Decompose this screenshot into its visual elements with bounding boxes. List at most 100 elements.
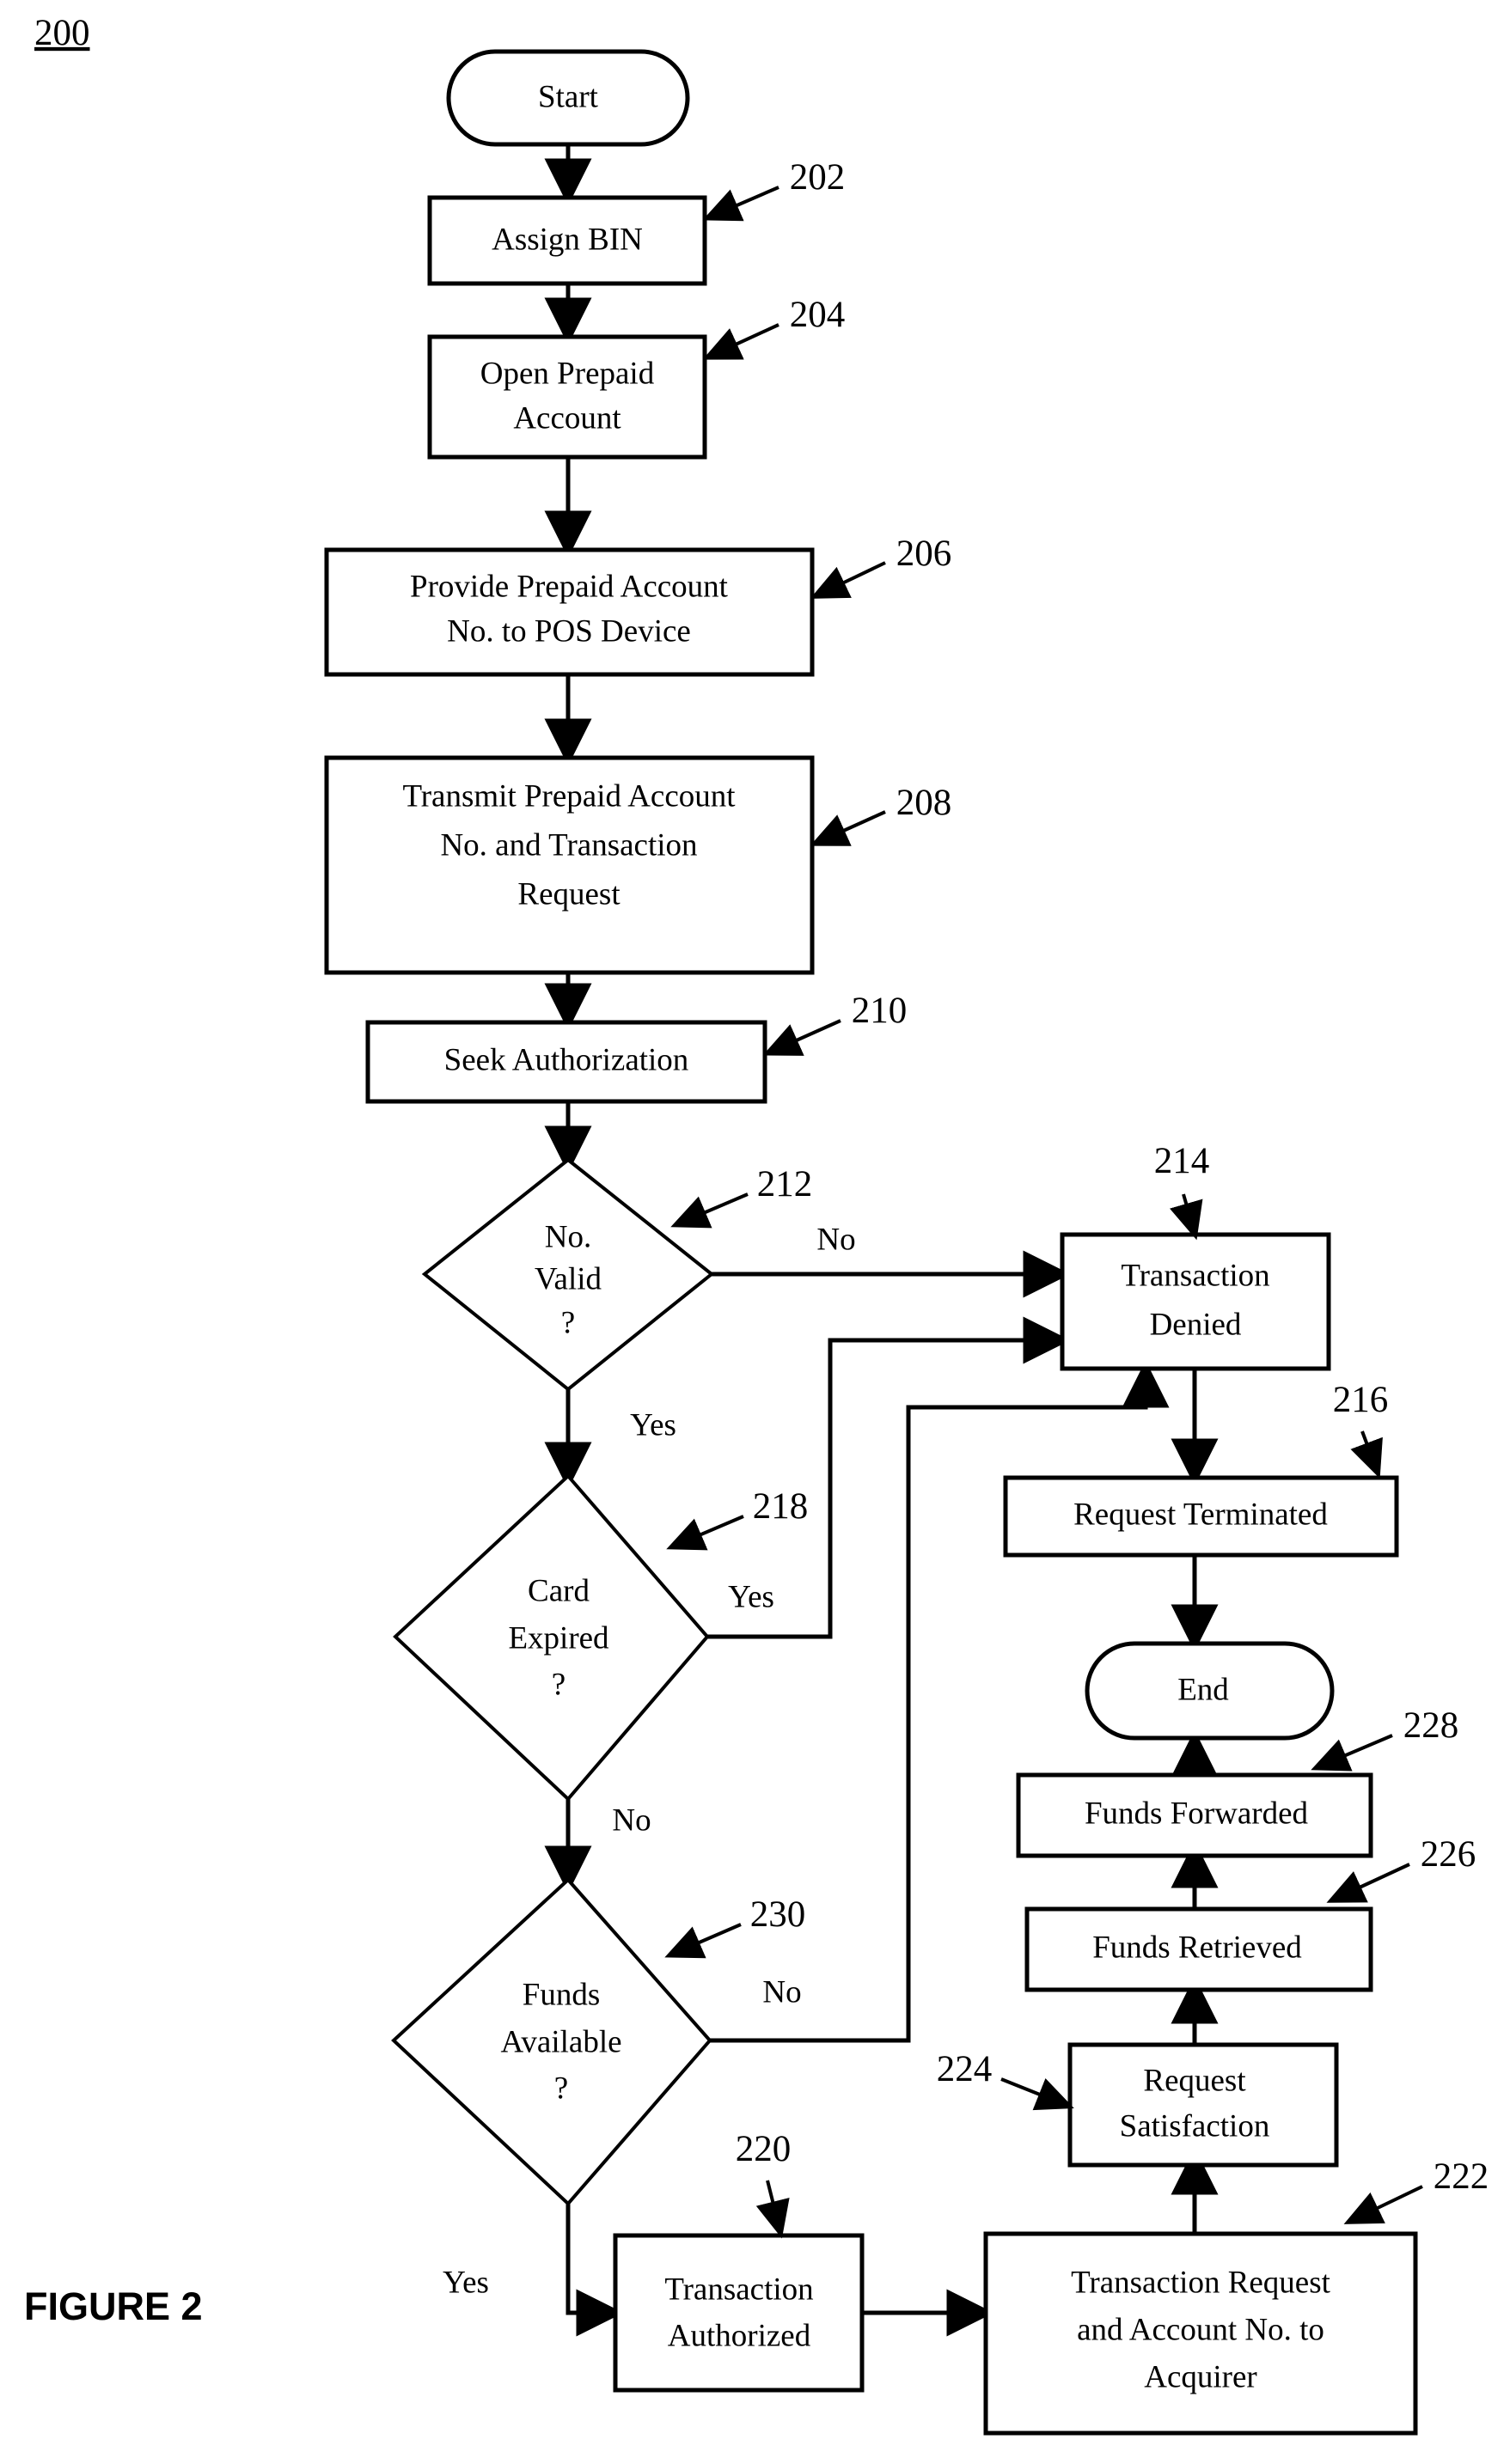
node-start[interactable]: Start <box>446 49 690 147</box>
ref-222-leader-line <box>1343 2185 1423 2224</box>
ref-202-leader-line <box>702 186 779 222</box>
ref-callout-220: 220 <box>736 2129 792 2239</box>
transaction-denied-label-line1: Transaction <box>1121 1258 1269 1293</box>
transaction-denied-box-shape <box>1060 1232 1331 1371</box>
ref-216-leader-line <box>1350 1430 1383 1479</box>
open-prepaid-account-label-line1: Open Prepaid <box>480 356 655 391</box>
card-expired-label-line3: ? <box>552 1667 565 1702</box>
transmit-prepaid-account-label-line1: Transmit Prepaid Account <box>402 778 736 814</box>
ref-226-number: 226 <box>1421 1834 1476 1875</box>
ref-220-leader-line <box>755 2180 790 2239</box>
ref-226-leader-line <box>1326 1863 1410 1903</box>
open-prepaid-account-box-shape <box>427 334 707 460</box>
node-transmit-prepaid-account[interactable]: Transmit Prepaid Account No. and Transac… <box>324 755 815 975</box>
card-expired-label-line1: Card <box>528 1573 590 1608</box>
node-end[interactable]: End <box>1085 1641 1335 1741</box>
open-prepaid-account-label-line2: Account <box>513 400 621 436</box>
node-funds-forwarded[interactable]: Funds Forwarded <box>1016 1772 1373 1858</box>
figure-caption: FIGURE 2 <box>24 2284 203 2328</box>
patent-figure-canvas: 200 Start Assign BIN 202 Open Prepaid Ac… <box>0 0 1510 2464</box>
transaction-denied-label-line2: Denied <box>1150 1307 1242 1342</box>
ref-206-leader-line <box>810 561 886 599</box>
node-request-terminated[interactable]: Request Terminated <box>1003 1475 1399 1558</box>
ref-208-number: 208 <box>896 783 952 823</box>
ref-callout-212: 212 <box>670 1164 813 1229</box>
ref-214-leader-line <box>1170 1193 1203 1241</box>
start-label: Start <box>538 79 599 114</box>
transaction-authorized-label-line2: Authorized <box>668 2318 811 2353</box>
node-seek-authorization[interactable]: Seek Authorization <box>365 1020 767 1104</box>
assign-bin-label: Assign BIN <box>492 222 643 257</box>
ref-218-number: 218 <box>753 1486 809 1527</box>
transaction-request-acquirer-label-line2: and Account No. to <box>1077 2312 1324 2347</box>
transaction-request-acquirer-label-line1: Transaction Request <box>1071 2265 1331 2300</box>
ref-callout-218: 218 <box>666 1486 809 1551</box>
edge-label-funds-available-yes: Yes <box>443 2265 489 2300</box>
seek-authorization-label: Seek Authorization <box>444 1042 689 1077</box>
request-terminated-label: Request Terminated <box>1073 1497 1328 1532</box>
ref-202-number: 202 <box>790 157 846 198</box>
ref-214-number: 214 <box>1154 1141 1210 1181</box>
ref-callout-224: 224 <box>937 2049 1074 2111</box>
funds-available-label-line3: ? <box>554 2071 568 2106</box>
ref-callout-210: 210 <box>762 991 908 1056</box>
node-open-prepaid-account[interactable]: Open Prepaid Account <box>427 334 707 460</box>
ref-230-number: 230 <box>750 1894 806 1935</box>
figure-ref-number-text: 200 <box>34 13 90 53</box>
edge-label-no-valid-yes: Yes <box>630 1407 676 1442</box>
funds-available-label-line2: Available <box>500 2024 621 2059</box>
ref-callout-208: 208 <box>810 783 952 846</box>
ref-216-number: 216 <box>1333 1380 1389 1420</box>
ref-210-number: 210 <box>852 991 908 1031</box>
funds-forwarded-label: Funds Forwarded <box>1085 1796 1309 1831</box>
request-satisfaction-label-line1: Request <box>1143 2063 1246 2098</box>
edge-label-card-expired-no: No <box>612 1802 651 1838</box>
provide-prepaid-account-label-line1: Provide Prepaid Account <box>410 569 729 604</box>
ref-callout-222: 222 <box>1343 2156 1489 2224</box>
ref-218-leader-line <box>666 1515 744 1551</box>
ref-callout-202: 202 <box>702 157 846 222</box>
ref-210-leader-line <box>762 1019 841 1056</box>
transaction-request-acquirer-label-line3: Acquirer <box>1144 2359 1257 2394</box>
ref-206-number: 206 <box>896 534 952 574</box>
funds-retrieved-label: Funds Retrieved <box>1092 1930 1302 1965</box>
ref-callout-214: 214 <box>1154 1141 1210 1241</box>
ref-208-leader-line <box>810 810 886 846</box>
ref-212-number: 212 <box>757 1164 813 1205</box>
request-satisfaction-label-line2: Satisfaction <box>1120 2108 1270 2144</box>
node-card-expired-decision[interactable]: Card Expired ? <box>393 1473 710 1802</box>
edge-label-funds-available-no: No <box>762 1974 801 2010</box>
transmit-prepaid-account-label-line2: No. and Transaction <box>440 827 697 863</box>
connector-funds-available-yes-to-transaction-authorized <box>565 2204 624 2337</box>
ref-callout-204: 204 <box>702 295 846 360</box>
ref-callout-230: 230 <box>664 1894 806 1959</box>
node-funds-retrieved[interactable]: Funds Retrieved <box>1024 1906 1373 1992</box>
no-valid-label-line2: Valid <box>535 1261 602 1296</box>
figure-ref-number: 200 <box>34 13 90 53</box>
ref-callout-216: 216 <box>1333 1380 1389 1479</box>
no-valid-label-line1: No. <box>545 1219 591 1254</box>
ref-204-number: 204 <box>790 295 846 335</box>
ref-204-leader-line <box>702 323 779 360</box>
ref-220-number: 220 <box>736 2129 792 2169</box>
card-expired-label-line2: Expired <box>508 1620 609 1656</box>
ref-callout-228: 228 <box>1311 1705 1458 1772</box>
node-transaction-authorized[interactable]: Transaction Authorized <box>613 2233 865 2393</box>
node-funds-available-decision[interactable]: Funds Available ? <box>391 1877 712 2206</box>
ref-callout-206: 206 <box>810 534 952 599</box>
ref-224-leader-line <box>1000 2077 1074 2111</box>
ref-230-leader-line <box>664 1923 742 1959</box>
node-request-satisfaction[interactable]: Request Satisfaction <box>1067 2042 1339 2168</box>
funds-available-label-line1: Funds <box>523 1977 600 2012</box>
no-valid-label-line3: ? <box>561 1305 575 1340</box>
end-label: End <box>1177 1672 1229 1707</box>
edge-label-card-expired-yes: Yes <box>728 1579 774 1614</box>
transmit-prepaid-account-label-line3: Request <box>517 876 621 912</box>
node-transaction-request-acquirer[interactable]: Transaction Request and Account No. to A… <box>983 2231 1418 2436</box>
node-assign-bin[interactable]: Assign BIN <box>427 195 707 286</box>
node-provide-prepaid-account[interactable]: Provide Prepaid Account No. to POS Devic… <box>324 547 815 677</box>
transaction-authorized-label-line1: Transaction <box>664 2272 813 2307</box>
ref-224-number: 224 <box>937 2049 993 2089</box>
node-no-valid-decision[interactable]: No. Valid ? <box>421 1157 715 1392</box>
node-transaction-denied[interactable]: Transaction Denied <box>1060 1232 1331 1371</box>
